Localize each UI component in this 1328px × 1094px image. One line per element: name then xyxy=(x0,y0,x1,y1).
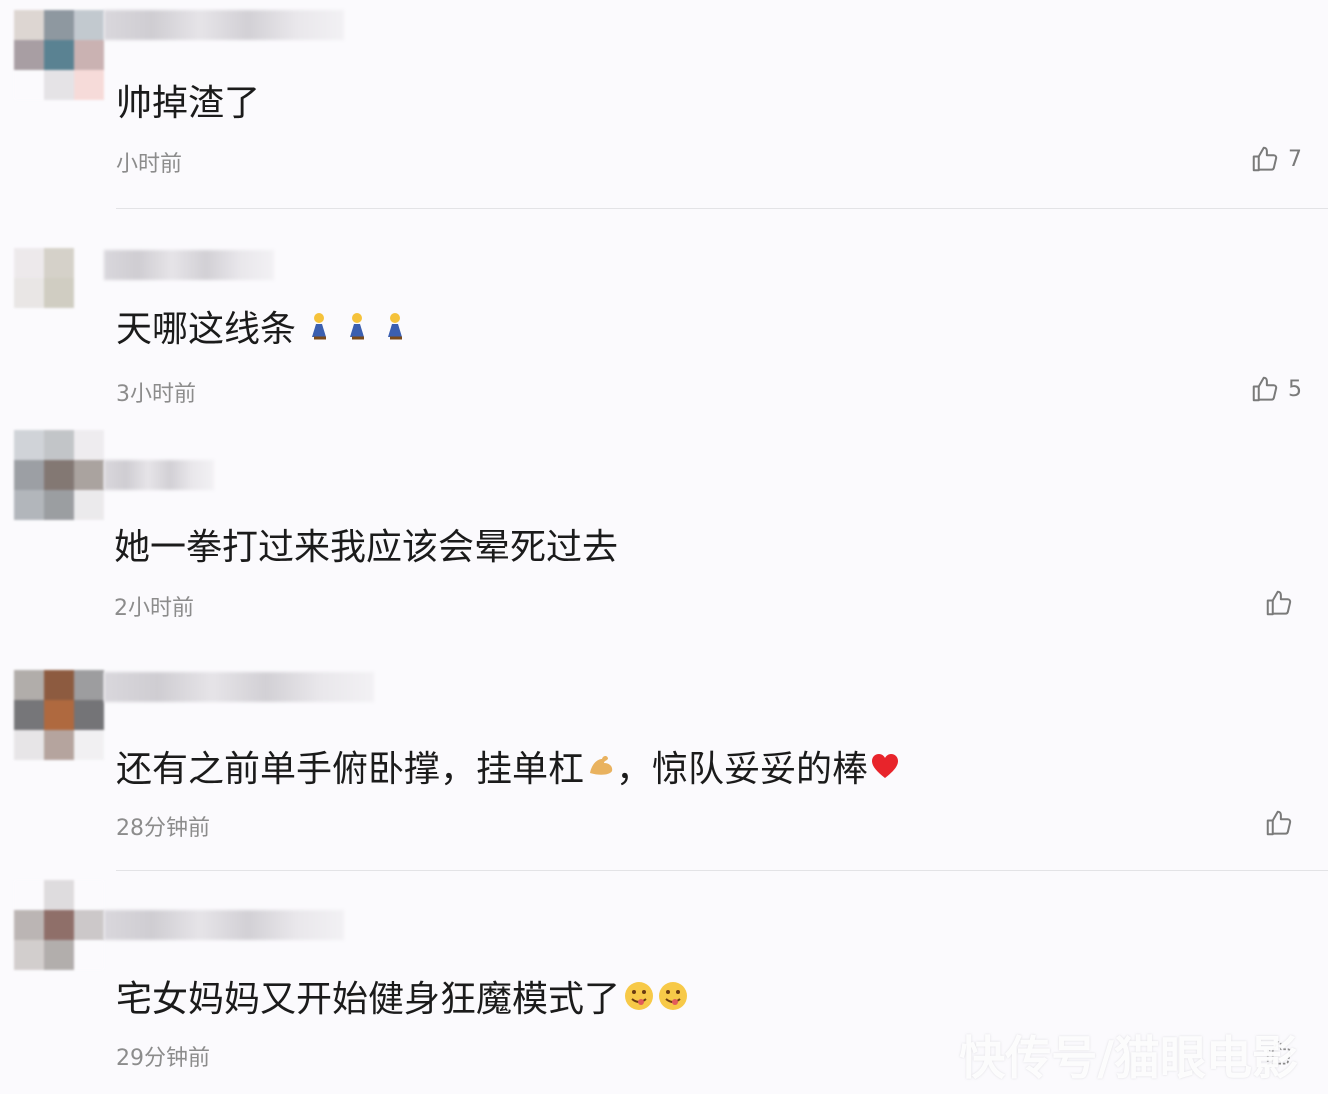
like-button[interactable] xyxy=(1264,588,1302,618)
like-button[interactable]: 7 xyxy=(1250,144,1302,174)
thumbs-up-icon xyxy=(1266,810,1292,836)
yum-face-icon xyxy=(625,982,654,1010)
like-button[interactable]: 5 xyxy=(1250,374,1302,404)
person-kneeling-icon xyxy=(388,313,403,340)
comment-time: 28分钟前 xyxy=(116,816,210,841)
avatar[interactable] xyxy=(14,248,74,308)
person-kneeling-icon xyxy=(350,313,365,340)
comment-time: 2小时前 xyxy=(114,596,194,621)
yum-face-icon xyxy=(659,982,688,1010)
comment-text: 天哪这线条 xyxy=(116,300,410,352)
person-kneeling-icon xyxy=(312,313,327,340)
avatar[interactable] xyxy=(14,430,104,520)
like-count: 5 xyxy=(1288,376,1302,402)
comment-text: 宅女妈妈又开始健身狂魔模式了 xyxy=(116,970,688,1022)
avatar[interactable] xyxy=(14,10,104,100)
divider xyxy=(116,208,1328,209)
avatar[interactable] xyxy=(14,670,104,760)
thumbs-up-icon xyxy=(1252,376,1278,402)
divider xyxy=(116,870,1328,871)
comment-text: 她一拳打过来我应该会晕死过去 xyxy=(114,527,619,568)
thumbs-up-icon xyxy=(1252,146,1278,172)
avatar[interactable] xyxy=(14,880,104,970)
comment-time: 3小时前 xyxy=(116,382,196,407)
comment-text: 还有之前单手俯卧撑，挂单杠 ，惊队妥妥的棒 xyxy=(116,740,900,792)
watermark: 快传号/猫眼电影 xyxy=(959,1031,1298,1085)
like-button[interactable] xyxy=(1264,808,1302,838)
username[interactable] xyxy=(104,460,214,490)
comment-text: 帅掉渣了 xyxy=(116,83,261,124)
like-count: 7 xyxy=(1288,146,1302,172)
red-heart-icon xyxy=(872,754,899,778)
thumbs-up-icon xyxy=(1266,590,1292,616)
username[interactable] xyxy=(104,672,374,702)
comment-time: 29分钟前 xyxy=(116,1046,210,1071)
comment-time: 小时前 xyxy=(116,152,183,177)
username[interactable] xyxy=(104,910,344,940)
username[interactable] xyxy=(104,10,344,40)
username[interactable] xyxy=(104,250,274,280)
flexed-biceps-icon xyxy=(590,756,613,775)
